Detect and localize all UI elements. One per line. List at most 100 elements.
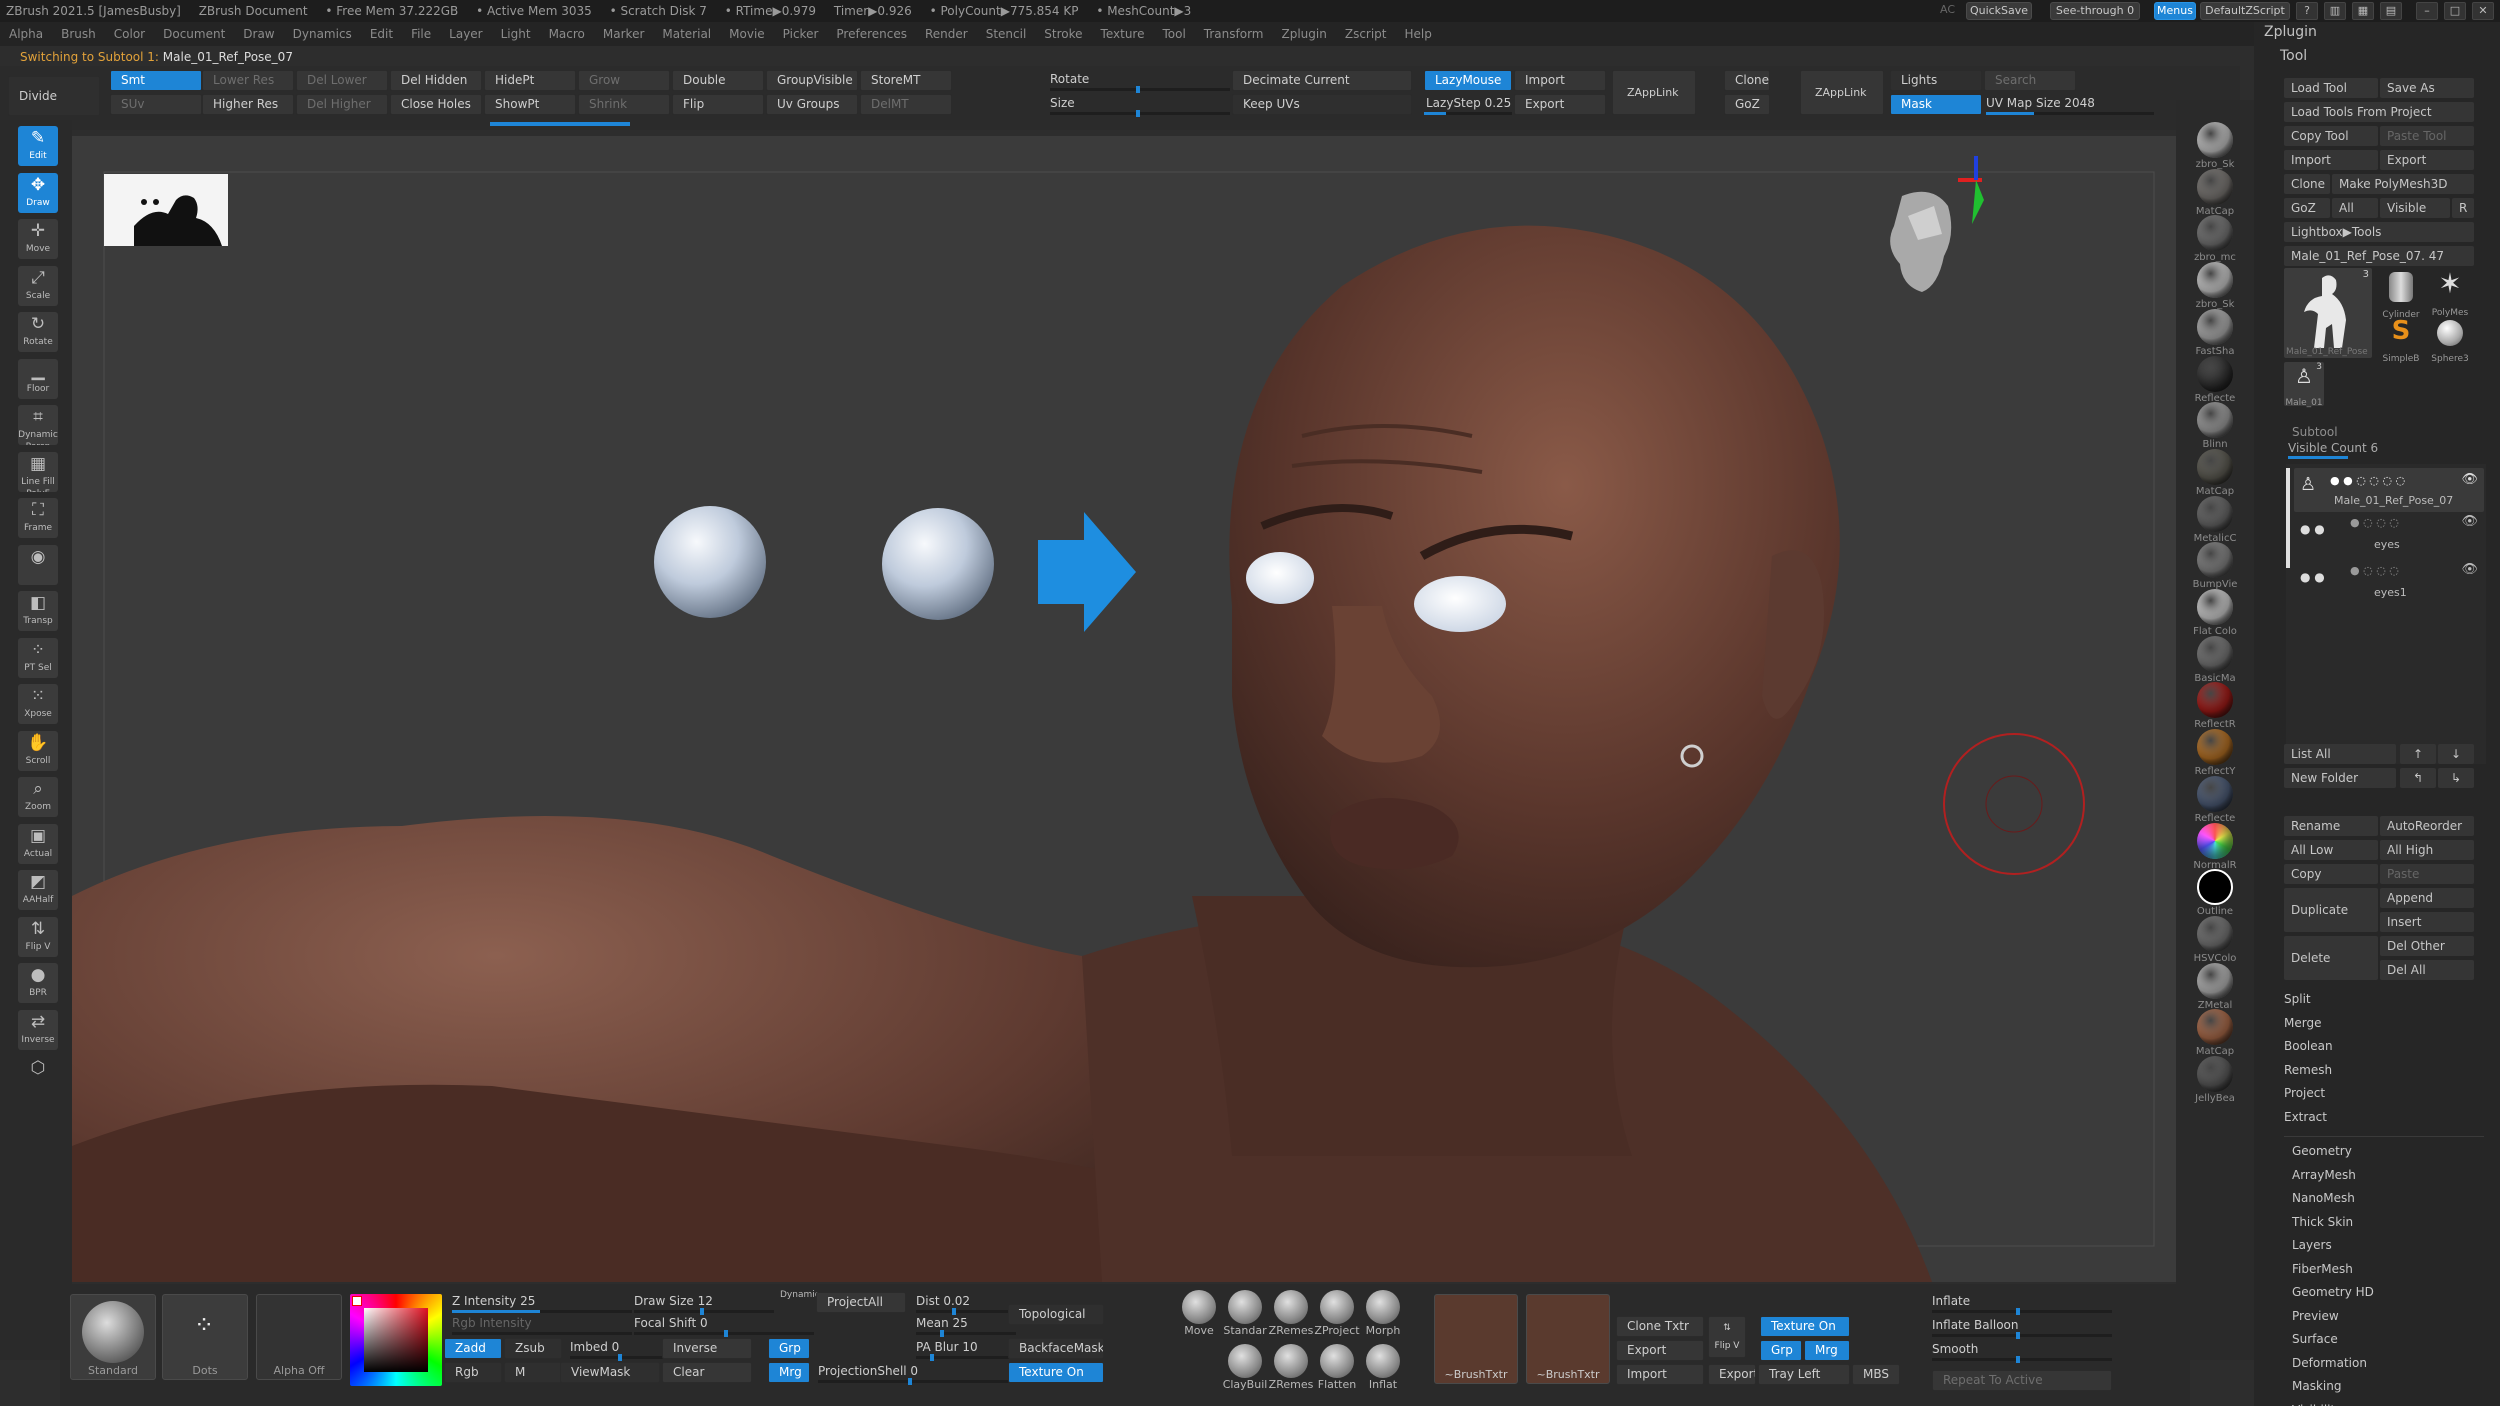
- repeat-to-active-button[interactable]: Repeat To Active: [1932, 1370, 2112, 1391]
- viewmask-button[interactable]: ViewMask: [560, 1362, 660, 1383]
- action-split[interactable]: Split: [2284, 988, 2474, 1012]
- menu-item-stencil[interactable]: Stencil: [986, 22, 1027, 46]
- copy-subtool-button[interactable]: Copy: [2284, 864, 2378, 884]
- dots-stroke-tile[interactable]: ⁘ Dots: [162, 1294, 248, 1380]
- material-swatch[interactable]: Reflecte: [2192, 355, 2238, 405]
- menu-item-brush[interactable]: Brush: [61, 22, 96, 46]
- hidept-button[interactable]: HidePt: [484, 70, 576, 91]
- del-higher-button[interactable]: Del Higher: [296, 94, 388, 115]
- brush-zproject[interactable]: ZProject: [1314, 1290, 1360, 1337]
- section-fibermesh[interactable]: FiberMesh: [2292, 1258, 2482, 1282]
- menu-item-macro[interactable]: Macro: [549, 22, 585, 46]
- export2-button[interactable]: Export: [1708, 1364, 1756, 1385]
- menu-item-preferences[interactable]: Preferences: [836, 22, 907, 46]
- inflate-slider[interactable]: Inflate: [1932, 1292, 2112, 1315]
- zapplink2-button[interactable]: ZAppLink: [1800, 70, 1884, 115]
- eye-icon[interactable]: 👁: [2461, 472, 2478, 487]
- rgb-toggle[interactable]: Rgb: [444, 1362, 502, 1383]
- insert-button[interactable]: Insert: [2380, 912, 2474, 932]
- menu-item-stroke[interactable]: Stroke: [1044, 22, 1082, 46]
- menu-item-draw[interactable]: Draw: [243, 22, 274, 46]
- append-button[interactable]: Append: [2380, 888, 2474, 908]
- clone-txtr-button[interactable]: Clone Txtr: [1616, 1316, 1704, 1337]
- tool-thumb-figure[interactable]: 3 Male_01_Ref_Pose: [2284, 268, 2372, 358]
- autoreorder-button[interactable]: AutoReorder: [2380, 816, 2474, 836]
- folder-up-icon[interactable]: ↰: [2400, 768, 2436, 788]
- del-other-button[interactable]: Del Other: [2380, 936, 2474, 956]
- menus-button[interactable]: Menus: [2154, 2, 2196, 20]
- topological-toggle[interactable]: Topological: [1008, 1304, 1104, 1325]
- material-swatch[interactable]: Outline: [2192, 869, 2238, 918]
- subtool-toggle-icons[interactable]: ● ◌ ◌ ◌: [2350, 516, 2399, 529]
- clone-button[interactable]: Clone: [1724, 70, 1770, 91]
- section-preview[interactable]: Preview: [2292, 1305, 2482, 1329]
- section-deformation[interactable]: Deformation: [2292, 1352, 2482, 1376]
- menu-item-tool[interactable]: Tool: [1162, 22, 1185, 46]
- paste-subtool-button[interactable]: Paste: [2380, 864, 2474, 884]
- minimize-icon[interactable]: –: [2416, 2, 2438, 20]
- rgb-intensity-slider[interactable]: Rgb Intensity: [452, 1314, 632, 1335]
- menu-item-marker[interactable]: Marker: [603, 22, 644, 46]
- default-zscript-button[interactable]: DefaultZScript: [2200, 2, 2290, 20]
- goz-all-button[interactable]: All: [2332, 198, 2378, 218]
- copy-tool-button[interactable]: Copy Tool: [2284, 126, 2378, 146]
- projectall-button[interactable]: ProjectAll: [816, 1292, 906, 1313]
- mean-slider[interactable]: Mean 25: [916, 1314, 1016, 1337]
- inverse-button[interactable]: Inverse: [662, 1338, 752, 1359]
- palette-icon[interactable]: ▤: [2380, 2, 2402, 20]
- m-toggle[interactable]: M: [504, 1362, 562, 1383]
- brush-standar[interactable]: Standar: [1222, 1290, 1268, 1337]
- section-nanomesh[interactable]: NanoMesh: [2292, 1187, 2482, 1211]
- search-button[interactable]: Search: [1984, 70, 2076, 91]
- material-swatch[interactable]: NormalR: [2192, 822, 2238, 872]
- material-swatch[interactable]: MetalicC: [2192, 495, 2238, 545]
- menu-item-edit[interactable]: Edit: [370, 22, 393, 46]
- inflate-balloon-slider[interactable]: Inflate Balloon: [1932, 1316, 2112, 1339]
- brushtxtr-tile-2[interactable]: ~BrushTxtr: [1526, 1294, 1610, 1384]
- action-remesh[interactable]: Remesh: [2284, 1059, 2474, 1083]
- double-button[interactable]: Double: [672, 70, 764, 91]
- del-all-button[interactable]: Del All: [2380, 960, 2474, 980]
- brush-claybuil[interactable]: ClayBuil: [1222, 1344, 1268, 1391]
- folder-down-icon[interactable]: ↳: [2438, 768, 2474, 788]
- lightbox-tools-button[interactable]: Lightbox▶Tools: [2284, 222, 2474, 242]
- new-folder-button[interactable]: New Folder: [2284, 768, 2396, 788]
- del-hidden-button[interactable]: Del Hidden: [390, 70, 482, 91]
- smooth-slider[interactable]: Smooth: [1932, 1340, 2112, 1363]
- color-picker[interactable]: [350, 1294, 442, 1386]
- load-tool-button[interactable]: Load Tool: [2284, 78, 2378, 98]
- focal-shift-slider[interactable]: Focal Shift 0: [634, 1314, 814, 1337]
- shrink-button[interactable]: Shrink: [578, 94, 670, 115]
- pa-blur-slider[interactable]: PA Blur 10: [916, 1338, 1016, 1361]
- menu-item-render[interactable]: Render: [925, 22, 968, 46]
- mrg-toggle[interactable]: Mrg: [768, 1362, 810, 1383]
- tool-button-rotate[interactable]: ↻ Rotate: [18, 312, 58, 352]
- action-extract[interactable]: Extract: [2284, 1106, 2474, 1130]
- material-swatch[interactable]: BumpVie: [2192, 542, 2238, 591]
- subtool-item-1[interactable]: ♙ ● ● ◌ ◌ ◌ ◌ 👁 Male_01_Ref_Pose_07: [2294, 468, 2484, 512]
- menu-item-movie[interactable]: Movie: [729, 22, 765, 46]
- duplicate-button[interactable]: Duplicate: [2284, 888, 2378, 932]
- tool-button-transp[interactable]: ◧ Transp: [18, 591, 58, 631]
- export-txtr-button[interactable]: Export: [1616, 1340, 1704, 1361]
- material-swatch[interactable]: ReflectR: [2192, 682, 2238, 731]
- material-swatch[interactable]: FastSha: [2192, 308, 2238, 358]
- dynamic-toggle[interactable]: Dynamic: [780, 1290, 820, 1300]
- list-all-button[interactable]: List All: [2284, 744, 2396, 764]
- tool-button-camera[interactable]: ◉: [18, 544, 58, 585]
- tool-thumb-cylinder[interactable]: Cylinder: [2378, 268, 2424, 320]
- delete-button[interactable]: Delete: [2284, 936, 2378, 980]
- menu-item-transform[interactable]: Transform: [1204, 22, 1264, 46]
- showpt-button[interactable]: ShowPt: [484, 94, 576, 115]
- smt-toggle[interactable]: Smt: [110, 70, 202, 91]
- menu-item-material[interactable]: Material: [662, 22, 711, 46]
- size-slider[interactable]: Size: [1050, 94, 1230, 117]
- tool-button-xpose[interactable]: ⁙ Xpose: [18, 684, 58, 724]
- tool-button-zoom[interactable]: ⌕ Zoom: [18, 777, 58, 817]
- material-swatch[interactable]: zbro_mc: [2192, 215, 2238, 264]
- brush-flatten[interactable]: Flatten: [1314, 1344, 1360, 1391]
- subtool-item-2[interactable]: ● ● ● ◌ ◌ ◌ 👁 eyes: [2294, 514, 2484, 560]
- save-as-button[interactable]: Save As: [2380, 78, 2474, 98]
- tool-button-move[interactable]: ✛ Move: [18, 219, 58, 259]
- eye-icon[interactable]: 👁: [2461, 514, 2478, 529]
